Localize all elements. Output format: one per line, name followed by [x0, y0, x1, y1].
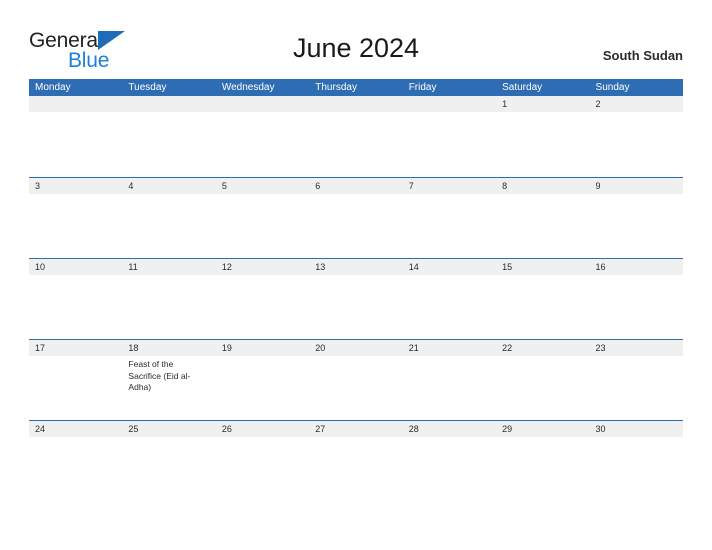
calendar-day-cell[interactable]: 27 [309, 421, 403, 501]
day-number: 21 [402, 340, 497, 356]
calendar-day-cell[interactable]: 17 [29, 340, 123, 420]
calendar-day-cell[interactable]: 2 [589, 96, 683, 177]
calendar-day-cell[interactable]: 1 [496, 96, 590, 177]
day-number: 10 [29, 259, 123, 275]
day-number: 3 [29, 178, 123, 194]
day-number [122, 96, 216, 112]
day-number: 11 [122, 259, 216, 275]
day-number: 4 [122, 178, 216, 194]
day-number [215, 96, 310, 112]
page-header: General Blue June 2024 South Sudan [0, 0, 712, 76]
calendar-day-cell-empty[interactable] [29, 96, 123, 177]
day-number: 26 [215, 421, 310, 437]
weekday-header-sunday: Sunday [595, 82, 630, 93]
day-number: 1 [496, 96, 590, 112]
calendar-day-cell[interactable]: 13 [309, 259, 403, 339]
calendar-day-cell[interactable]: 26 [215, 421, 310, 501]
calendar-day-cell[interactable]: 6 [309, 178, 403, 258]
calendar-day-cell[interactable]: 5 [215, 178, 310, 258]
calendar-day-cell-empty[interactable] [122, 96, 216, 177]
day-number: 22 [496, 340, 590, 356]
weekday-header-friday: Friday [408, 82, 437, 93]
calendar-day-cell[interactable]: 10 [29, 259, 123, 339]
calendar-day-cell[interactable]: 19 [215, 340, 310, 420]
day-number: 25 [122, 421, 216, 437]
day-number: 19 [215, 340, 310, 356]
day-number: 29 [496, 421, 590, 437]
calendar-day-cell-empty[interactable] [309, 96, 403, 177]
holiday-event-label: Feast of the Sacrifice (Eid al-Adha) [128, 359, 191, 392]
day-number: 12 [215, 259, 310, 275]
calendar-day-cell[interactable]: 3 [29, 178, 123, 258]
calendar-day-cell[interactable]: 18 Feast of the Sacrifice (Eid al-Adha) [122, 340, 216, 420]
calendar-day-cell[interactable]: 16 [589, 259, 683, 339]
day-number: 8 [496, 178, 590, 194]
day-number: 28 [402, 421, 497, 437]
day-number [29, 96, 123, 112]
day-number: 15 [496, 259, 590, 275]
day-number: 23 [589, 340, 683, 356]
day-number [402, 96, 497, 112]
day-number: 30 [589, 421, 683, 437]
calendar-week-row: 17 18 Feast of the Sacrifice (Eid al-Adha)… [29, 339, 683, 420]
calendar-week-row: 12 [29, 96, 683, 177]
calendar-day-cell[interactable]: 15 [496, 259, 590, 339]
calendar-day-cell[interactable]: 21 [402, 340, 497, 420]
calendar-day-cell[interactable]: 12 [215, 259, 310, 339]
day-number: 27 [309, 421, 403, 437]
calendar-day-cell[interactable]: 11 [122, 259, 216, 339]
day-number: 16 [589, 259, 683, 275]
calendar-day-cell[interactable]: 24 [29, 421, 123, 501]
calendar-day-cell[interactable]: 9 [589, 178, 683, 258]
calendar-day-cell[interactable]: 8 [496, 178, 590, 258]
day-number: 9 [589, 178, 683, 194]
calendar-day-cell[interactable]: 14 [402, 259, 497, 339]
calendar-grid: Monday Tuesday Wednesday Thursday Friday… [29, 79, 683, 501]
day-number: 2 [589, 96, 683, 112]
calendar-day-cell[interactable]: 25 [122, 421, 216, 501]
calendar-day-cell[interactable]: 7 [402, 178, 497, 258]
region-label: South Sudan [602, 48, 683, 63]
day-number: 13 [309, 259, 403, 275]
weekday-header-saturday: Saturday [502, 82, 543, 93]
day-number: 7 [402, 178, 497, 194]
day-number: 6 [309, 178, 403, 194]
weekday-header-wednesday: Wednesday [221, 82, 275, 93]
calendar-week-row: 3456789 [29, 177, 683, 258]
day-events: Feast of the Sacrifice (Eid al-Adha) [122, 356, 215, 394]
weekday-header-tuesday: Tuesday [128, 82, 167, 93]
day-number: 18 [122, 340, 216, 356]
calendar-day-cell[interactable]: 29 [496, 421, 590, 501]
calendar-page: General Blue June 2024 South Sudan Monda… [0, 0, 712, 550]
weekday-header-monday: Monday [35, 82, 71, 93]
day-number: 17 [29, 340, 123, 356]
calendar-week-row: 10 11 12 13 14 15 16 [29, 258, 683, 339]
day-number [309, 96, 403, 112]
calendar-day-cell[interactable]: 20 [309, 340, 403, 420]
weekday-header-thursday: Thursday [315, 82, 357, 93]
calendar-day-cell[interactable]: 4 [122, 178, 216, 258]
calendar-day-cell[interactable]: 23 [589, 340, 683, 420]
day-number: 14 [402, 259, 497, 275]
calendar-week-row: 24 25 26 27 28 29 30 [29, 420, 683, 501]
calendar-day-cell[interactable]: 28 [402, 421, 497, 501]
calendar-day-cell[interactable]: 30 [589, 421, 683, 501]
calendar-day-cell-empty[interactable] [215, 96, 310, 177]
calendar-day-cell-empty[interactable] [402, 96, 497, 177]
day-number: 20 [309, 340, 403, 356]
calendar-day-cell[interactable]: 22 [496, 340, 590, 420]
calendar-weeks: 1 2 3 4 5 6 7 8 9 10 11 12 13 14 15 16 17 18 Feast of the … [29, 96, 683, 501]
day-number: 5 [215, 178, 310, 194]
weekday-header-row: Monday Tuesday Wednesday Thursday Friday… [29, 79, 683, 96]
day-number: 24 [29, 421, 123, 437]
